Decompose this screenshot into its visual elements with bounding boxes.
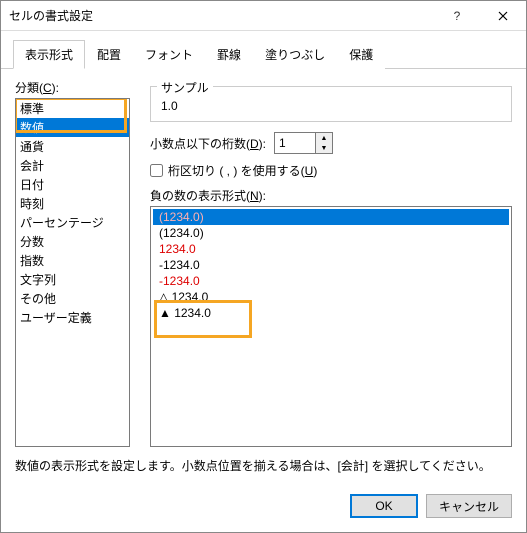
category-item[interactable]: 分数 <box>16 232 129 251</box>
category-item[interactable]: ユーザー定義 <box>16 308 129 327</box>
decimal-input[interactable] <box>275 133 315 153</box>
category-listbox[interactable]: 標準数値通貨会計日付時刻パーセンテージ分数指数文字列その他ユーザー定義 <box>15 98 130 447</box>
category-item[interactable]: 数値 <box>16 118 129 137</box>
dialog-body: 分類(C): 標準数値通貨会計日付時刻パーセンテージ分数指数文字列その他ユーザー… <box>1 69 526 484</box>
category-label: 分類(C): <box>15 79 130 96</box>
tab-0[interactable]: 表示形式 <box>13 40 85 69</box>
decimal-label: 小数点以下の桁数(D): <box>150 135 266 152</box>
close-icon <box>498 11 508 21</box>
help-button[interactable]: ? <box>434 1 480 31</box>
category-item[interactable]: 日付 <box>16 175 129 194</box>
negative-format-item[interactable]: (1234.0) <box>153 225 509 241</box>
category-item[interactable]: 指数 <box>16 251 129 270</box>
category-item[interactable]: その他 <box>16 289 129 308</box>
category-item[interactable]: 会計 <box>16 156 129 175</box>
sample-box: サンプル 1.0 <box>150 86 512 122</box>
negative-format-item[interactable]: △ 1234.0 <box>153 289 509 305</box>
category-item[interactable]: 標準 <box>16 99 129 118</box>
cancel-button[interactable]: キャンセル <box>426 494 512 518</box>
category-item[interactable]: パーセンテージ <box>16 213 129 232</box>
decimal-spinner[interactable]: ▲ ▼ <box>274 132 333 154</box>
sample-value: 1.0 <box>161 99 501 113</box>
negative-format-item[interactable]: -1234.0 <box>153 273 509 289</box>
negative-label: 負の数の表示形式(N): <box>150 187 512 204</box>
category-item[interactable]: 通貨 <box>16 137 129 156</box>
help-icon: ? <box>454 9 461 23</box>
spin-down-button[interactable]: ▼ <box>316 143 332 153</box>
category-item[interactable]: 文字列 <box>16 270 129 289</box>
tab-1[interactable]: 配置 <box>85 40 133 69</box>
cell-format-dialog: セルの書式設定 ? 表示形式配置フォント罫線塗りつぶし保護 分類(C): 標準数… <box>0 0 527 533</box>
spin-up-button[interactable]: ▲ <box>316 133 332 143</box>
dialog-footer: OK キャンセル <box>1 484 526 532</box>
tab-5[interactable]: 保護 <box>337 40 385 69</box>
tab-bar: 表示形式配置フォント罫線塗りつぶし保護 <box>1 31 526 69</box>
tab-4[interactable]: 塗りつぶし <box>253 40 337 69</box>
separator-checkbox[interactable] <box>150 164 163 177</box>
separator-label: 桁区切り ( , ) を使用する(U) <box>168 162 317 179</box>
dialog-title: セルの書式設定 <box>9 7 434 24</box>
ok-button[interactable]: OK <box>350 494 418 518</box>
category-item[interactable]: 時刻 <box>16 194 129 213</box>
close-button[interactable] <box>480 1 526 31</box>
negative-format-item[interactable]: ▲ 1234.0 <box>153 305 509 321</box>
sample-legend: サンプル <box>157 79 213 96</box>
titlebar: セルの書式設定 ? <box>1 1 526 31</box>
separator-checkbox-row[interactable]: 桁区切り ( , ) を使用する(U) <box>150 162 512 179</box>
negative-format-item[interactable]: (1234.0) <box>153 209 509 225</box>
description-text: 数値の表示形式を設定します。小数点位置を揃える場合は、[会計] を選択してくださ… <box>15 457 512 474</box>
negative-format-listbox[interactable]: (1234.0)(1234.0)1234.0-1234.0-1234.0△ 12… <box>150 206 512 447</box>
tab-3[interactable]: 罫線 <box>205 40 253 69</box>
negative-format-item[interactable]: -1234.0 <box>153 257 509 273</box>
tab-2[interactable]: フォント <box>133 40 205 69</box>
negative-format-item[interactable]: 1234.0 <box>153 241 509 257</box>
